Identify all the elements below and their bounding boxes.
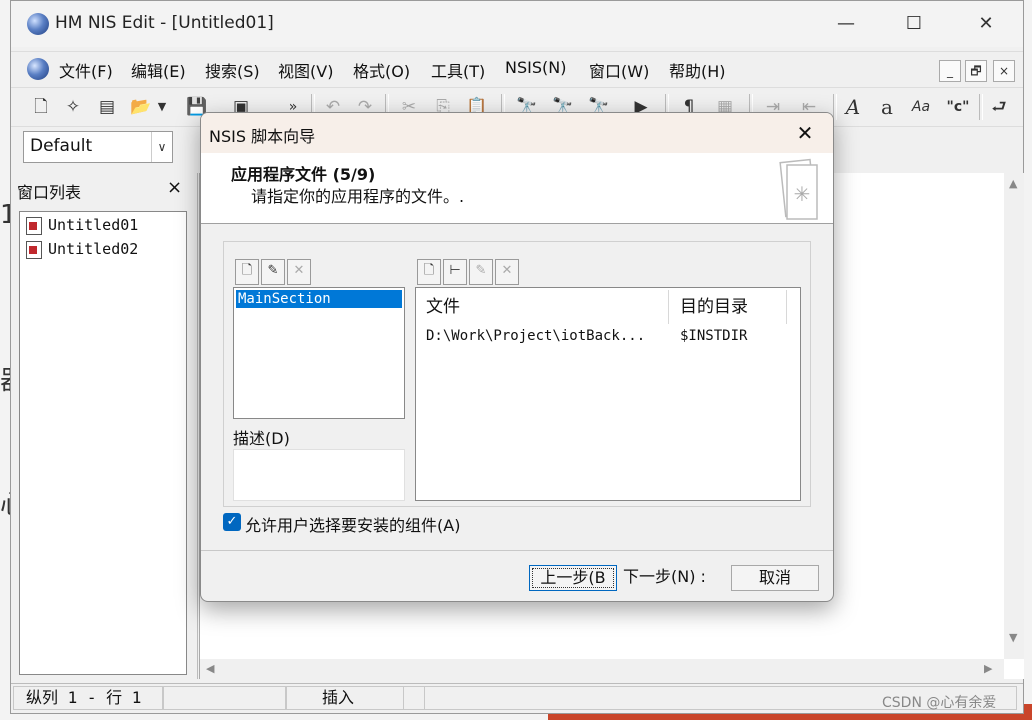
dialog-header: 应用程序文件 (5/9) 请指定你的应用程序的文件。. ✳ [201,153,833,224]
edit-section-icon[interactable]: ✎ [261,259,285,285]
watermark: CSDN @心有余爱 [882,695,997,711]
font-italic-icon[interactable]: A [841,94,865,120]
window-list-pane: 窗口列表 × Untitled01 Untitled02 [11,173,198,679]
add-file-icon[interactable]: 🗋 [417,259,441,285]
wizard-icon[interactable]: ✧ [61,94,85,120]
style-combo[interactable]: Default ∨ [23,131,173,163]
chevron-down-icon[interactable]: ∨ [151,132,172,162]
close-button[interactable]: ✕ [963,7,1009,41]
next-button[interactable]: 下一步(N) : [623,565,715,589]
edit-file-icon[interactable]: ✎ [469,259,493,285]
back-button[interactable]: 上一步(B [529,565,617,591]
dialog-title: NSIS 脚本向导 [209,127,316,146]
document-icon [26,240,42,259]
status-panel-empty [163,686,287,710]
column-header-destination[interactable]: 目的目录 [670,290,787,324]
window-title: HM NIS Edit - [Untitled01] [55,13,274,33]
cursor-position: 纵列 1 - 行 1 [13,686,163,710]
allow-components-checkbox[interactable]: ✓ [223,513,241,531]
description-label: 描述(D) [233,429,290,448]
vertical-scrollbar[interactable]: ▲ ▼ [1004,173,1024,659]
dialog-separator [201,550,833,551]
quote-c-icon[interactable]: "c" [943,94,973,120]
mdi-restore-button[interactable]: 🗗 [965,60,987,82]
file-path-cell[interactable]: D:\Work\Project\iotBack... [426,328,645,344]
scroll-up-icon[interactable]: ▲ [1009,177,1017,190]
toolbar-separator [833,94,837,120]
scroll-right-icon[interactable]: ▶ [984,662,992,675]
title-bar: HM NIS Edit - [Untitled01] — ☐ ✕ [11,1,1023,47]
document-globe-icon [27,58,49,80]
section-list[interactable]: MainSection [233,287,405,419]
list-item[interactable]: MainSection [236,290,402,308]
svg-text:✳: ✳ [794,182,811,206]
style-combo-value: Default [30,136,93,156]
menu-file[interactable]: 文件(F) [59,58,113,82]
menu-help[interactable]: 帮助(H) [669,58,726,82]
list-item[interactable]: Untitled01 [26,216,138,238]
description-box [233,449,405,501]
mdi-minimize-button[interactable]: _ [939,60,961,82]
column-header-file[interactable]: 文件 [416,290,669,324]
step-description: 请指定你的应用程序的文件。. [251,187,465,206]
list-item-label: Untitled02 [48,240,139,258]
scroll-left-icon[interactable]: ◀ [206,662,214,675]
toolbar-separator [979,94,983,120]
wrap-icon[interactable]: ⮐ [987,94,1011,120]
menu-format[interactable]: 格式(O) [353,58,410,82]
delete-section-icon[interactable]: ✕ [287,259,311,285]
menu-tools[interactable]: 工具(T) [431,58,485,82]
menu-window[interactable]: 窗口(W) [589,58,649,82]
template-icon[interactable]: ▤ [95,94,119,120]
wizard-dialog: NSIS 脚本向导 ✕ 应用程序文件 (5/9) 请指定你的应用程序的文件。. … [200,112,834,602]
files-list[interactable]: 文件 目的目录 D:\Work\Project\iotBack... $INST… [415,287,801,501]
horizontal-scrollbar[interactable]: ◀ ▶ [200,659,1004,679]
menu-edit[interactable]: 编辑(E) [131,58,186,82]
add-directory-tree-icon[interactable]: ⊢ [443,259,467,285]
file-destination-cell[interactable]: $INSTDIR [680,328,747,344]
menu-nsis[interactable]: NSIS(N) [505,58,566,77]
minimize-button[interactable]: — [823,7,869,41]
list-item[interactable]: Untitled02 [26,240,138,262]
new-file-icon[interactable]: 🗋 [29,94,53,120]
wizard-document-icon: ✳ [779,158,818,220]
delete-file-icon[interactable]: ✕ [495,259,519,285]
pane-title: 窗口列表 [17,183,82,202]
font-a-icon[interactable]: a [875,94,899,120]
list-item-label: Untitled01 [48,216,139,234]
maximize-button[interactable]: ☐ [891,7,937,41]
step-title: 应用程序文件 (5/9) [231,165,376,184]
font-aa-icon[interactable]: Aa [909,94,933,120]
dialog-close-button[interactable]: ✕ [791,119,819,147]
menu-bar: 文件(F) 编辑(E) 搜索(S) 视图(V) 格式(O) 工具(T) NSIS… [11,51,1023,86]
document-icon [26,216,42,235]
new-section-icon[interactable]: 🗋 [235,259,259,285]
menu-view[interactable]: 视图(V) [278,58,333,82]
menu-search[interactable]: 搜索(S) [205,58,260,82]
mdi-close-button[interactable]: × [993,60,1015,82]
open-icon[interactable]: 📂 [129,94,153,120]
dropdown-icon[interactable]: ▼ [155,94,169,120]
cancel-button[interactable]: 取消 [731,565,819,591]
status-bar: 纵列 1 - 行 1 插入 [11,683,1023,712]
app-globe-icon [27,13,49,35]
dialog-title-bar: NSIS 脚本向导 ✕ [201,113,833,153]
pane-close-button[interactable]: × [167,177,182,198]
allow-components-label[interactable]: 允许用户选择要安装的组件(A) [245,512,460,536]
window-list: Untitled01 Untitled02 [19,211,187,675]
scroll-down-icon[interactable]: ▼ [1009,631,1017,644]
